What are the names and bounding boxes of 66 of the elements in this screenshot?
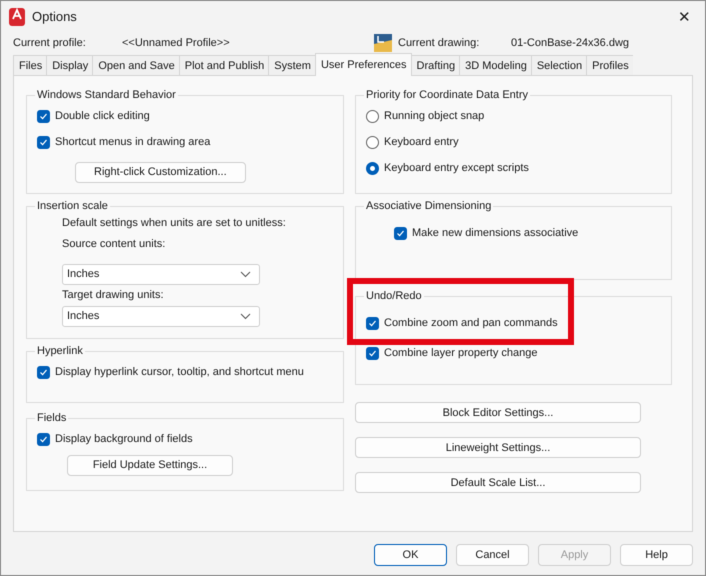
tab[interactable]: Files (13, 55, 46, 75)
close-button[interactable]: ✕ (674, 6, 695, 28)
tab[interactable]: Display (46, 55, 92, 75)
tab[interactable]: 3D Modeling (459, 55, 531, 75)
checkbox[interactable] (37, 366, 50, 378)
checkbox-label: Make new dimensions associative (412, 227, 578, 239)
check-icon (39, 434, 48, 444)
group-title: Priority for Coordinate Data Entry (365, 89, 530, 101)
checkbox-label: Display background of fields (55, 433, 193, 445)
tab[interactable]: User Preferences (314, 53, 412, 76)
checkbox-label: Display hyperlink cursor, tooltip, and shortcut menu (55, 366, 304, 378)
radio-label: Keyboard entry except scripts (384, 162, 529, 174)
group-title: Fields (36, 412, 68, 424)
profile-name: <<Unnamed Profile>> (122, 37, 231, 49)
settings-button[interactable]: Block Editor Settings... (355, 402, 641, 423)
tab[interactable]: Plot and Publish (178, 55, 268, 75)
radio-button[interactable] (366, 162, 379, 174)
tab[interactable]: Selection (530, 55, 586, 75)
checkbox-label: Combine zoom and pan commands (384, 317, 558, 329)
check-icon (39, 112, 48, 120)
group-title: Undo/Redo (365, 290, 423, 302)
checkbox[interactable] (37, 432, 50, 446)
group-title: Insertion scale (36, 200, 109, 212)
checkbox[interactable] (394, 226, 407, 240)
tab[interactable]: System (268, 55, 315, 75)
checkbox[interactable] (37, 136, 50, 148)
settings-button[interactable]: Default Scale List... (355, 472, 641, 493)
app-icon (9, 8, 25, 26)
field-label: Source content units: (62, 238, 166, 250)
radio-button[interactable] (366, 110, 379, 122)
units-dropdown[interactable]: Inches (62, 306, 260, 326)
check-icon (368, 348, 377, 358)
profile-label: Current profile: (13, 37, 87, 49)
window-title: Options (32, 9, 77, 24)
group-title: Associative Dimensioning (365, 200, 492, 212)
check-icon (39, 138, 48, 146)
settings-button[interactable]: Field Update Settings... (67, 454, 233, 476)
drawing-file-icon (374, 34, 392, 52)
chevron-icon (240, 270, 251, 278)
dialog-button[interactable]: Cancel (456, 544, 529, 566)
group-title: Hyperlink (36, 345, 84, 357)
checkbox[interactable] (366, 316, 379, 330)
checkbox-label: Combine layer property change (384, 347, 538, 359)
checkbox-label: Double click editing (55, 110, 150, 122)
drawing-label: Current drawing: (398, 37, 480, 49)
check-icon (368, 318, 377, 328)
dialog-button[interactable]: OK (374, 544, 447, 566)
settings-button[interactable]: Right-click Customization... (75, 162, 246, 182)
units-dropdown[interactable]: Inches (62, 264, 260, 284)
radio-label: Running object snap (384, 110, 484, 122)
radio-label: Keyboard entry (384, 136, 459, 148)
tab[interactable]: Profiles (586, 55, 633, 75)
tab[interactable]: Open and Save (92, 55, 179, 75)
check-icon (39, 368, 48, 376)
checkbox[interactable] (366, 346, 379, 360)
check-icon (396, 228, 405, 238)
drawing-name: 01-ConBase-24x36.dwg (511, 37, 630, 49)
field-label: Target drawing units: (62, 289, 164, 301)
radio-button[interactable] (366, 136, 379, 148)
dialog-button[interactable]: Help (620, 544, 693, 566)
field-label: Default settings when units are set to unitless: (62, 217, 286, 229)
checkbox[interactable] (37, 110, 50, 122)
chevron-icon (240, 312, 251, 320)
checkbox-label: Shortcut menus in drawing area (55, 136, 210, 148)
settings-button[interactable]: Lineweight Settings... (355, 437, 641, 458)
group-title: Windows Standard Behavior (36, 89, 177, 101)
